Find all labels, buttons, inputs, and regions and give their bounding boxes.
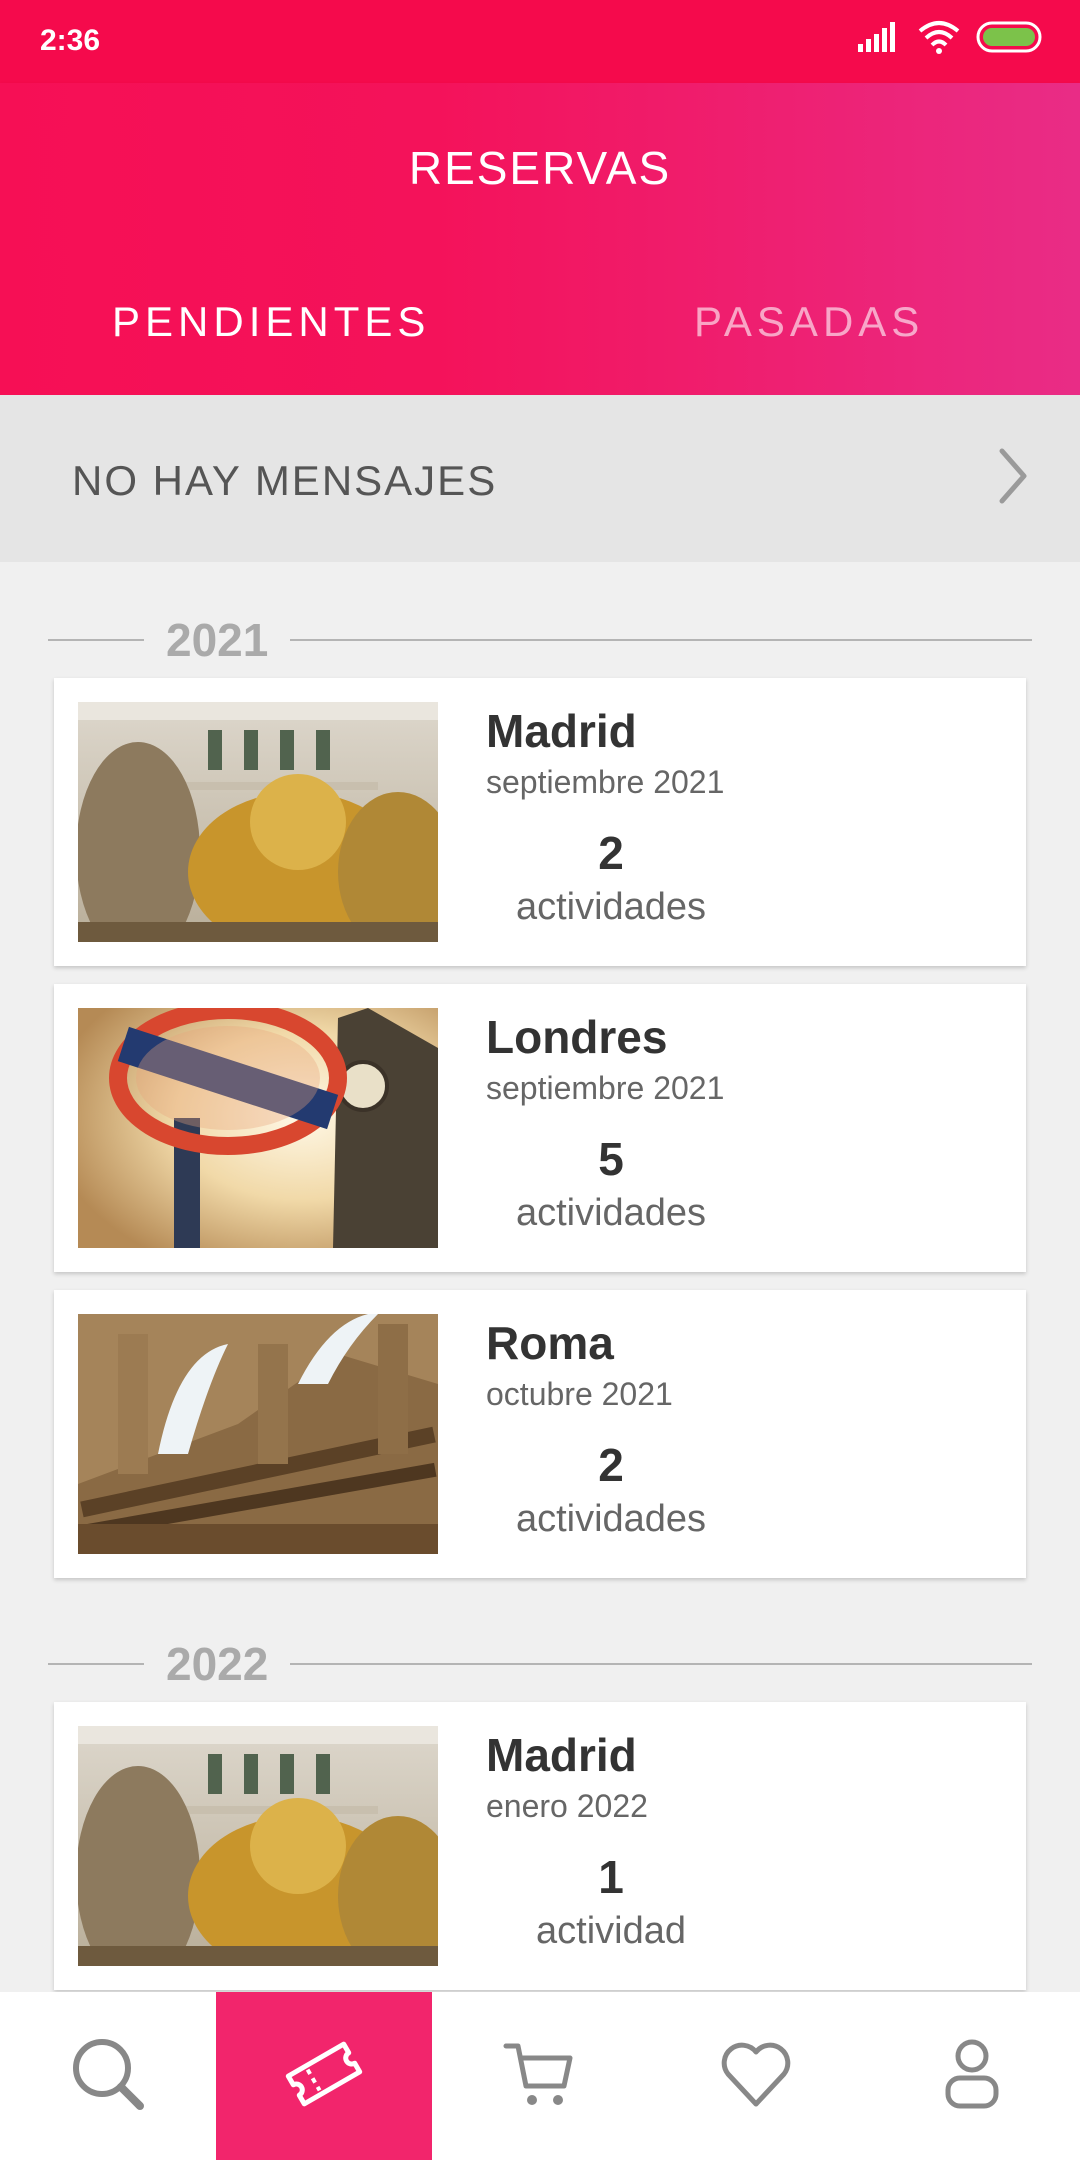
year-separator: 2021	[48, 610, 1032, 670]
user-icon	[932, 2034, 1012, 2119]
chevron-right-icon	[998, 447, 1028, 510]
battery-icon	[976, 21, 1042, 58]
wifi-icon	[918, 20, 960, 59]
nav-profile[interactable]	[864, 1992, 1080, 2160]
rome-colosseum-photo	[78, 1314, 438, 1554]
nav-bookings[interactable]	[216, 1992, 432, 2160]
tab-pending[interactable]: PENDIENTES	[112, 298, 430, 346]
status-time: 2:36	[40, 24, 101, 57]
madrid-cibeles-photo	[78, 1726, 438, 1966]
year-separator: 2022	[48, 1634, 1032, 1694]
madrid-cibeles-photo	[78, 702, 438, 942]
booking-card[interactable]: Londres septiembre 2021 5 actividades	[54, 984, 1026, 1272]
booking-date: enero 2022	[486, 1788, 648, 1824]
cart-icon	[500, 2034, 580, 2119]
tab-past[interactable]: PASADAS	[694, 298, 924, 346]
heart-icon	[716, 2034, 796, 2119]
search-icon	[68, 2034, 148, 2119]
booking-card[interactable]: Madrid septiembre 2021 2 actividades	[54, 678, 1026, 966]
bottom-nav	[0, 1992, 1080, 2160]
status-bar: 2:36	[0, 0, 1080, 83]
booking-card[interactable]: Madrid enero 2022 1 actividad	[54, 1702, 1026, 1990]
activity-count: 2	[598, 1439, 624, 1491]
page-title: RESERVAS	[408, 142, 672, 194]
nav-search[interactable]	[0, 1992, 216, 2160]
activity-unit: actividades	[515, 1192, 707, 1234]
booking-card[interactable]: Roma octubre 2021 2 actividades	[54, 1290, 1026, 1578]
year-label: 2021	[166, 614, 269, 666]
app-header: RESERVAS PENDIENTES PASADAS	[0, 83, 1080, 395]
messages-banner[interactable]: NO HAY MENSAJES	[0, 395, 1080, 562]
activity-unit: actividades	[515, 886, 707, 928]
messages-label: NO HAY MENSAJES	[72, 457, 498, 504]
booking-city: Madrid	[486, 705, 637, 757]
nav-cart[interactable]	[432, 1992, 648, 2160]
year-label: 2022	[166, 1638, 269, 1690]
activity-count: 5	[598, 1133, 624, 1185]
activity-unit: actividades	[515, 1498, 707, 1540]
booking-date: septiembre 2021	[486, 764, 725, 800]
booking-city: Londres	[486, 1011, 668, 1063]
nav-favorites[interactable]	[648, 1992, 864, 2160]
london-underground-big-ben-photo	[78, 1008, 438, 1248]
booking-date: octubre 2021	[486, 1376, 673, 1412]
ticket-icon	[282, 2032, 366, 2121]
booking-city: Roma	[486, 1317, 614, 1369]
booking-city: Madrid	[486, 1729, 637, 1781]
signal-icon	[858, 22, 902, 57]
activity-unit: actividad	[536, 1910, 686, 1952]
activity-count: 2	[598, 827, 624, 879]
activity-count: 1	[598, 1851, 624, 1903]
booking-date: septiembre 2021	[486, 1070, 725, 1106]
status-icons	[858, 20, 1042, 59]
